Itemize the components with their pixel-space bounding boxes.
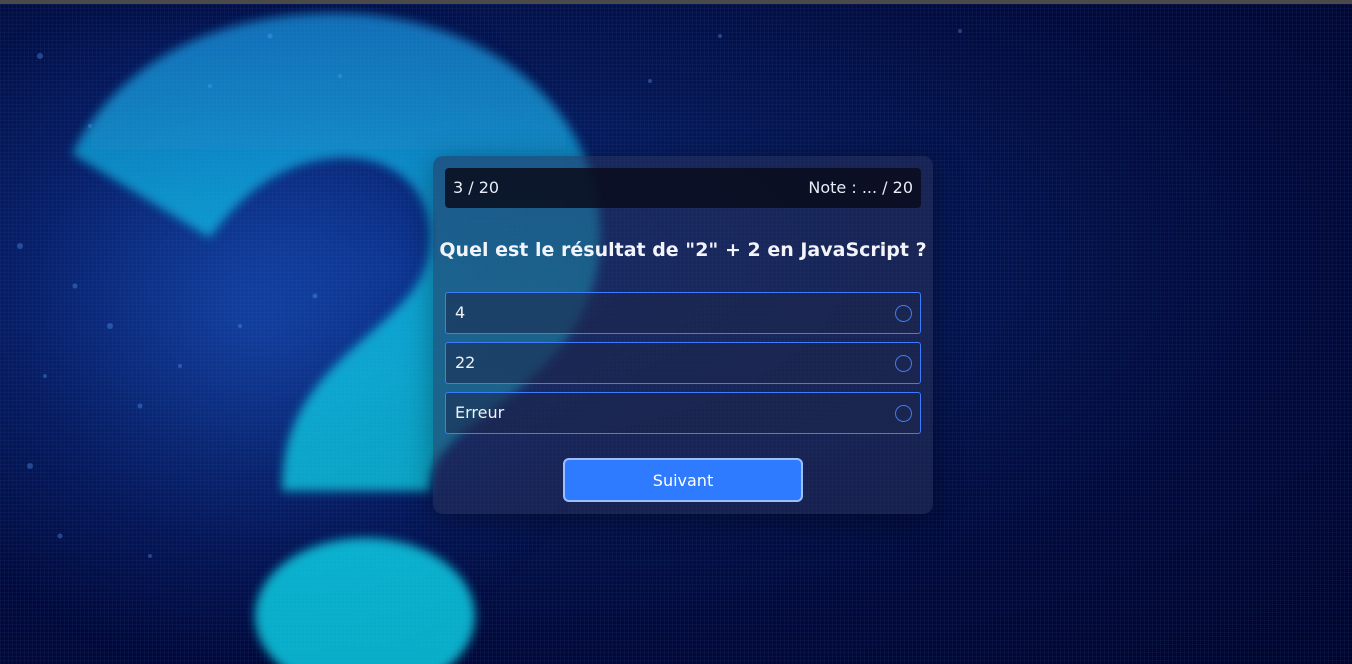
question-progress: 3 / 20 [453, 178, 500, 197]
answer-option-label: Erreur [455, 403, 505, 422]
quiz-card: 3 / 20 Note : ... / 20 Quel est le résul… [433, 156, 933, 514]
answer-option-label: 4 [455, 303, 466, 322]
radio-unselected-icon[interactable] [895, 355, 912, 372]
answer-option[interactable]: 22 [445, 342, 921, 384]
answer-option[interactable]: Erreur [445, 392, 921, 434]
radio-unselected-icon[interactable] [895, 405, 912, 422]
question-text: Quel est le résultat de "2" + 2 en JavaS… [439, 239, 927, 261]
next-button[interactable]: Suivant [563, 458, 803, 502]
radio-unselected-icon[interactable] [895, 305, 912, 322]
answer-option[interactable]: 4 [445, 292, 921, 334]
answer-option-label: 22 [455, 353, 476, 372]
quiz-header: 3 / 20 Note : ... / 20 [445, 168, 921, 208]
score-display: Note : ... / 20 [808, 178, 913, 197]
